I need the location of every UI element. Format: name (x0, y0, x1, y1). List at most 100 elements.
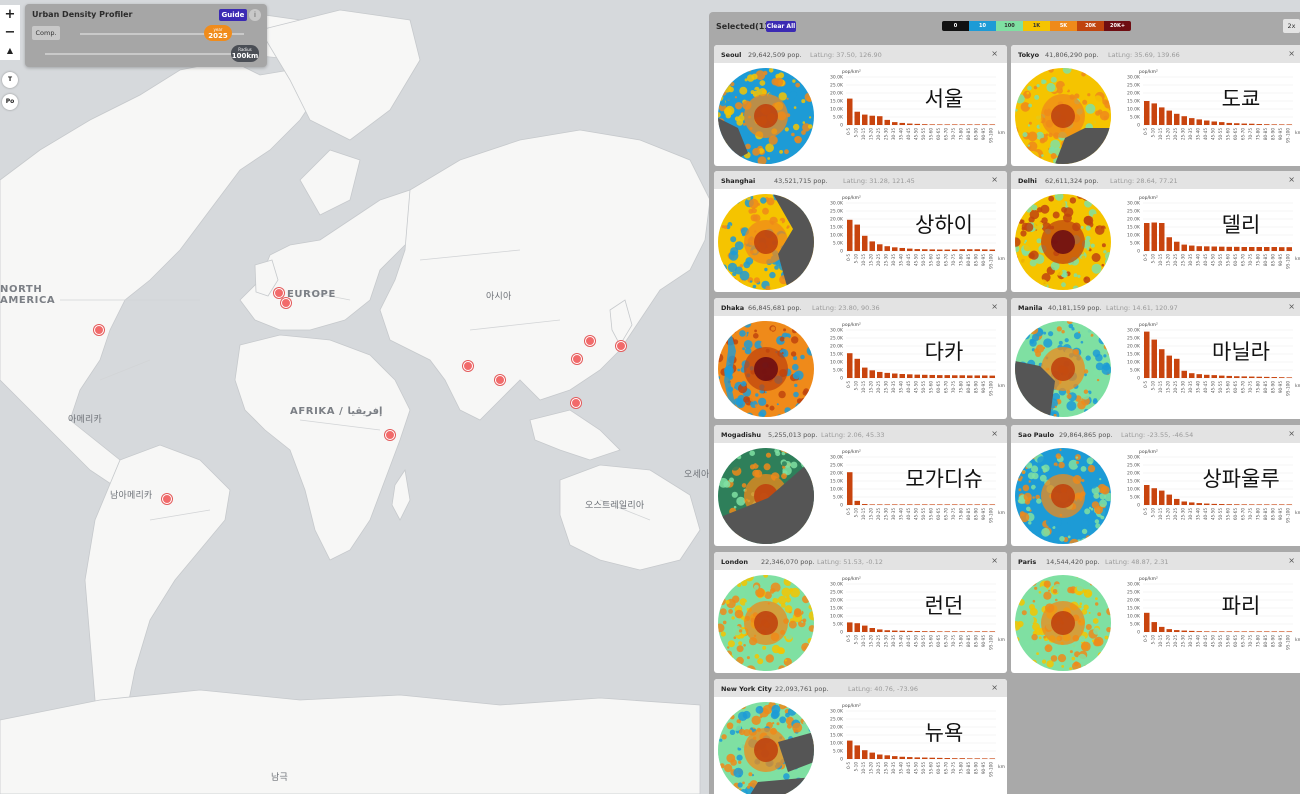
zoom-2x-button[interactable]: 2x (1283, 19, 1300, 33)
density-map-disc (718, 575, 814, 671)
close-icon[interactable]: × (991, 556, 998, 565)
x-axis-unit: km (1295, 383, 1300, 389)
guide-button[interactable]: Guide (219, 9, 247, 21)
y-tick-label: 5.0K (1130, 115, 1141, 121)
year-slider-handle[interactable]: year 2025 (204, 25, 232, 41)
density-bar (1234, 631, 1240, 632)
y-tick-label: 5.0K (833, 622, 844, 628)
info-icon[interactable]: i (249, 9, 261, 21)
x-tick-label: 25-30 (1180, 128, 1185, 141)
x-tick-label: 30-35 (891, 508, 896, 521)
x-tick-label: 30-35 (891, 381, 896, 394)
close-icon[interactable]: × (991, 683, 998, 692)
marker-seoul[interactable] (585, 336, 595, 346)
close-icon[interactable]: × (991, 49, 998, 58)
density-bar (877, 371, 883, 378)
y-tick-label: 15.0K (830, 352, 844, 358)
close-icon[interactable]: × (991, 429, 998, 438)
marker-delhi[interactable] (463, 361, 473, 371)
marker-sao-paulo[interactable] (162, 494, 172, 504)
density-bar (884, 630, 890, 632)
zoom-in-button[interactable]: + (0, 5, 20, 24)
x-tick-label: 35-40 (898, 762, 903, 775)
x-tick-label: 60-65 (1233, 128, 1238, 141)
density-bar (1249, 376, 1255, 378)
city-card[interactable]: Mogadishu 5,255,013 pop. LatLng: 2.06, 45.… (714, 425, 1007, 546)
density-bar (847, 622, 853, 632)
city-name: Shanghai (721, 177, 756, 185)
density-bar (974, 504, 980, 505)
close-icon[interactable]: × (1288, 49, 1295, 58)
clear-all-button[interactable]: Clear All (766, 21, 796, 32)
city-korean-name: 도쿄 (1221, 87, 1261, 111)
city-population: 5,255,013 pop. (768, 431, 818, 439)
x-tick-label: 35-40 (1195, 254, 1200, 267)
density-bar-chart: pop/km²30.0K 25.0K 20.0K 15.0K 10.0K 5.0K 00-5… (1127, 195, 1300, 269)
city-card[interactable]: Manila 40,181,159 pop. LatLng: 14.61, 120.… (1011, 298, 1300, 419)
density-bar (854, 224, 860, 251)
marker-manila[interactable] (571, 398, 581, 408)
density-bar (914, 631, 920, 632)
north-arrow-icon[interactable]: ▲ (0, 41, 20, 60)
radius-slider-handle[interactable]: Radius 100km (231, 45, 259, 62)
x-tick-label: 70-75 (951, 762, 956, 775)
density-bar (929, 631, 935, 632)
density-bar (944, 504, 950, 505)
x-tick-label: 5-10 (1150, 381, 1155, 391)
close-icon[interactable]: × (1288, 302, 1295, 311)
x-tick-label: 65-70 (1240, 254, 1245, 267)
comp-button[interactable]: Comp. (32, 26, 60, 40)
density-bar (914, 504, 920, 505)
city-card[interactable]: Sao Paulo 29,864,865 pop. LatLng: -23.55, … (1011, 425, 1300, 546)
density-bar (1204, 503, 1210, 505)
close-icon[interactable]: × (1288, 556, 1295, 565)
density-bar (974, 631, 980, 632)
zoom-out-button[interactable]: − (0, 23, 20, 42)
marker-london[interactable] (274, 288, 284, 298)
city-card[interactable]: Seoul 29,642,509 pop. LatLng: 37.50, 126.9… (714, 45, 1007, 166)
marker-shanghai[interactable] (572, 354, 582, 364)
close-icon[interactable]: × (991, 302, 998, 311)
close-icon[interactable]: × (1288, 429, 1295, 438)
x-tick-label: 85-90 (973, 381, 978, 394)
city-latlng: LatLng: 31.28, 121.45 (843, 177, 915, 185)
city-card[interactable]: Shanghai 43,521,715 pop. LatLng: 31.28, 12… (714, 171, 1007, 292)
city-card[interactable]: Tokyo 41,806,290 pop. LatLng: 35.69, 139.6… (1011, 45, 1300, 166)
density-bar (884, 119, 890, 125)
marker-dhaka[interactable] (495, 375, 505, 385)
density-bar (869, 115, 875, 125)
close-icon[interactable]: × (1288, 175, 1295, 184)
density-bar (899, 374, 905, 378)
density-bar (877, 244, 883, 251)
x-tick-label: 0-5 (846, 762, 851, 769)
x-tick-label: 45-50 (913, 635, 918, 648)
density-bar (899, 122, 905, 125)
marker-paris[interactable] (281, 298, 291, 308)
density-bar (937, 504, 943, 505)
city-card[interactable]: Dhaka 66,845,681 pop. LatLng: 23.80, 90.36… (714, 298, 1007, 419)
radius-slider-value: 100km (231, 52, 259, 60)
city-card[interactable]: Delhi 62,611,324 pop. LatLng: 28.64, 77.21… (1011, 171, 1300, 292)
x-tick-label: 25-30 (883, 381, 888, 394)
close-icon[interactable]: × (991, 175, 998, 184)
city-card[interactable]: New York City 22,093,761 pop. LatLng: 40.7… (714, 679, 1007, 794)
city-korean-name: 파리 (1221, 594, 1261, 618)
toggle-t-button[interactable]: T (2, 72, 18, 88)
density-bar (862, 235, 868, 251)
city-population: 22,093,761 pop. (775, 685, 829, 693)
city-card[interactable]: London 22,346,070 pop. LatLng: 51.53, -0.1… (714, 552, 1007, 673)
density-bar (967, 758, 973, 759)
marker-mogadishu[interactable] (385, 430, 395, 440)
toggle-po-button[interactable]: Po (2, 94, 18, 110)
y-tick-label: 25.0K (830, 209, 844, 215)
density-bar (862, 504, 868, 505)
city-card[interactable]: Paris 14,544,420 pop. LatLng: 48.87, 2.31 ×… (1011, 552, 1300, 673)
marker-new-york[interactable] (94, 325, 104, 335)
x-axis-unit: km (998, 383, 1005, 389)
legend-swatch: 20K (1077, 21, 1104, 31)
legend-swatch: 1K (1023, 21, 1050, 31)
city-latlng: LatLng: 40.76, -73.96 (848, 685, 918, 693)
y-axis-unit: pop/km² (842, 69, 861, 75)
radius-slider-track[interactable] (45, 53, 245, 55)
marker-tokyo[interactable] (616, 341, 626, 351)
